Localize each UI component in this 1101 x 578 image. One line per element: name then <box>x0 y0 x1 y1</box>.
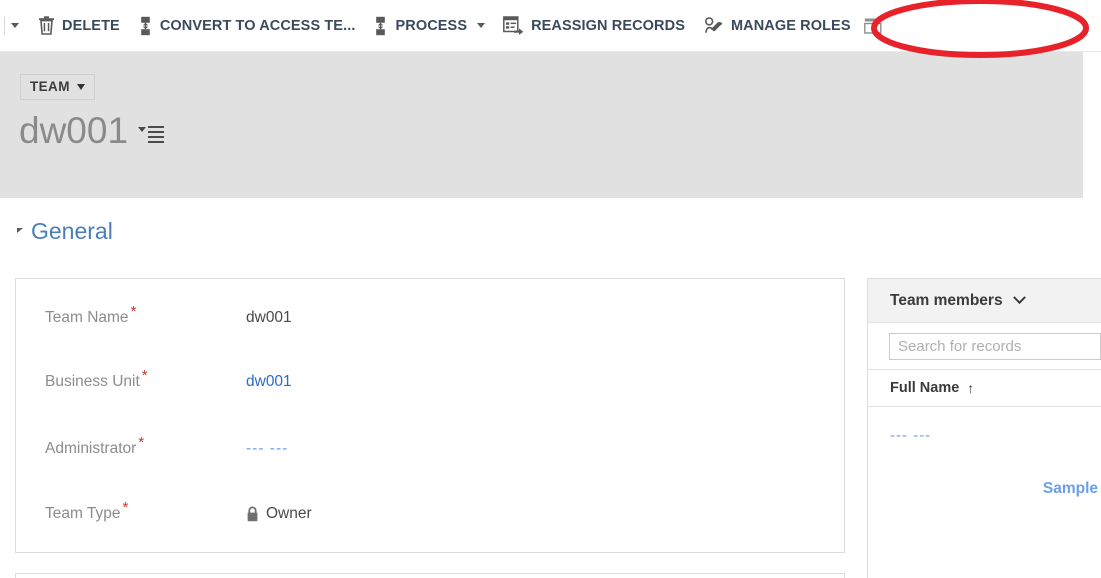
field-row-team-name: Team Name * dw001 <box>16 287 844 349</box>
manage-roles-label: MANAGE ROLES <box>730 17 851 34</box>
team-members-panel-header[interactable]: Team members <box>868 279 1101 323</box>
team-name-label: Team Name * <box>45 302 137 326</box>
convert-to-access-team-label: CONVERT TO ACCESS TE... <box>159 17 356 34</box>
field-row-administrator: Administrator * --- --- <box>16 418 844 480</box>
caret-down-icon <box>76 83 85 90</box>
entity-type-label: TEAM <box>30 79 70 94</box>
command-overflow-button[interactable] <box>9 6 29 46</box>
business-unit-value[interactable]: dw001 <box>246 373 292 391</box>
business-unit-label: Business Unit * <box>45 366 148 390</box>
caret-down-icon <box>138 126 147 132</box>
team-members-search-zone: Search for records <box>868 323 1101 369</box>
record-name: dw001 <box>19 110 129 151</box>
team-name-value[interactable]: dw001 <box>246 309 292 327</box>
sample-link-row[interactable]: Sample <box>868 463 1101 515</box>
required-indicator: * <box>141 366 148 384</box>
search-input[interactable]: Search for records <box>889 332 1101 360</box>
general-section-header[interactable]: General <box>17 218 113 245</box>
required-indicator: * <box>138 433 145 451</box>
field-row-team-type: Team Type * Owner <box>16 483 844 545</box>
command-bar: DELETE CONVERT TO ACCESS TE... PROCESS R… <box>0 0 1101 52</box>
team-members-title: Team members <box>890 291 1003 309</box>
convert-to-access-team-button[interactable]: CONVERT TO ACCESS TE... <box>129 6 365 46</box>
record-header-band: TEAM dw001 <box>0 52 1083 198</box>
team-type-label: Team Type * <box>45 498 129 522</box>
required-indicator: * <box>122 498 129 516</box>
sort-ascending-arrow-icon: ↑ <box>967 380 975 396</box>
more-commands-icon <box>863 17 882 35</box>
secondary-form-card <box>15 573 845 578</box>
manage-roles-button[interactable]: MANAGE ROLES <box>694 6 860 46</box>
reassign-records-icon <box>503 16 524 35</box>
more-commands-button[interactable] <box>860 6 886 46</box>
column-header-full-name[interactable]: Full Name ↑ <box>868 369 1101 407</box>
administrator-value[interactable]: --- --- <box>246 440 288 458</box>
process-button[interactable]: PROCESS <box>364 6 494 46</box>
sample-link: Sample <box>1042 480 1098 497</box>
list-lines-icon <box>148 125 165 143</box>
chevron-down-icon <box>1012 291 1026 305</box>
required-indicator: * <box>130 302 137 320</box>
manage-roles-wrench-icon <box>703 16 724 35</box>
general-section-title: General <box>31 218 113 244</box>
column-header-label: Full Name <box>890 380 960 396</box>
triangle-collapse-icon <box>17 227 23 238</box>
record-title: dw001 <box>19 110 165 151</box>
entity-type-selector[interactable]: TEAM <box>20 74 95 100</box>
reassign-records-button[interactable]: REASSIGN RECORDS <box>494 6 694 46</box>
search-input-placeholder: Search for records <box>898 337 1022 355</box>
app-root: DELETE CONVERT TO ACCESS TE... PROCESS R… <box>0 0 1101 578</box>
command-bar-divider <box>4 16 5 35</box>
team-members-panel: Team members Search for records Full Nam… <box>867 278 1101 578</box>
trash-icon <box>38 16 55 35</box>
record-set-menu-icon[interactable] <box>138 125 165 150</box>
delete-button-label: DELETE <box>62 17 120 34</box>
table-row[interactable]: --- --- <box>868 407 1101 463</box>
chevron-down-icon <box>11 23 19 28</box>
team-type-value: Owner <box>246 505 312 523</box>
lock-icon <box>246 506 259 522</box>
chevron-down-icon <box>477 23 486 28</box>
process-button-label: PROCESS <box>395 17 468 34</box>
full-name-cell: --- --- <box>890 426 932 444</box>
field-row-business-unit: Business Unit * dw001 <box>16 351 844 413</box>
administrator-label: Administrator * <box>45 433 145 457</box>
general-form-card: Team Name * dw001 Business Unit * dw001 Ad… <box>15 278 845 553</box>
process-icon <box>373 16 388 36</box>
reassign-records-label: REASSIGN RECORDS <box>531 17 685 34</box>
delete-button[interactable]: DELETE <box>29 6 129 46</box>
convert-icon <box>138 16 153 36</box>
